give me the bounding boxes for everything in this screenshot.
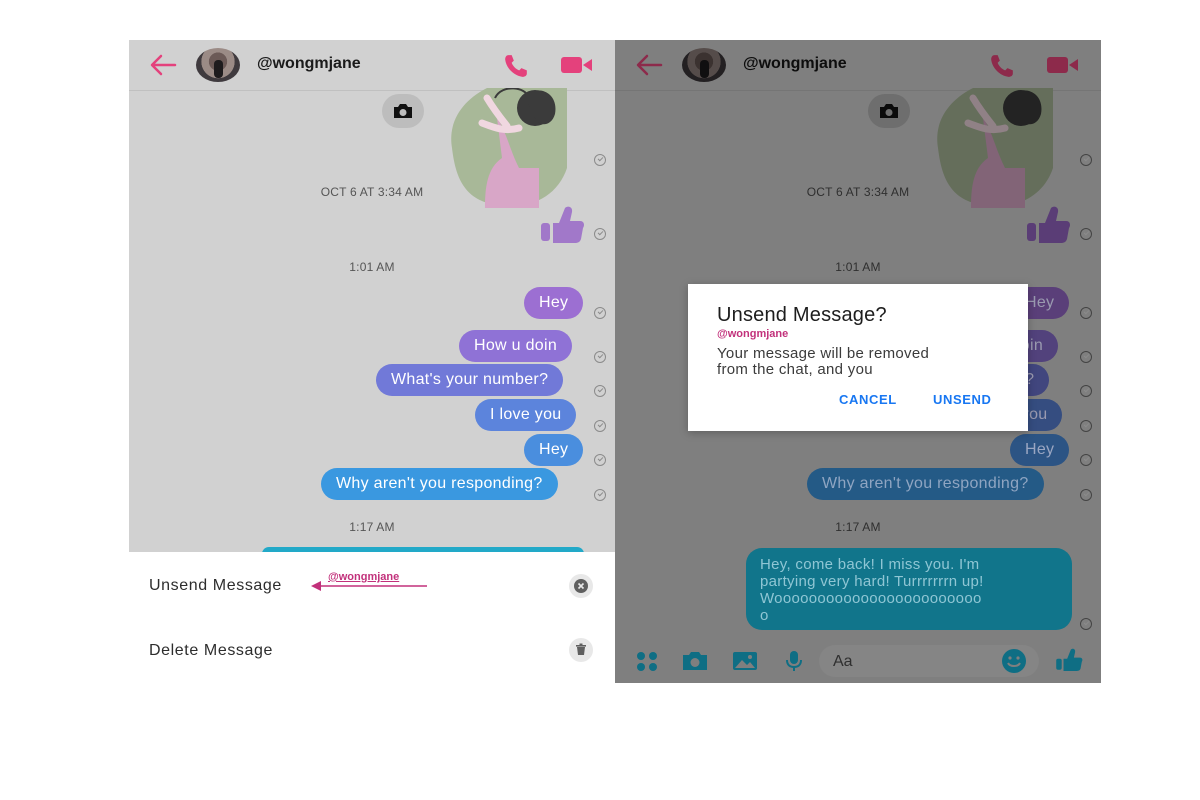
microphone-icon[interactable] — [782, 650, 806, 672]
message-bubble[interactable]: Why aren't you responding? — [807, 468, 1044, 500]
dialog-body-line: from the chat, and you — [717, 361, 873, 378]
dialog-body-line: Your message will be removed — [717, 345, 930, 362]
timestamp: 1:01 AM — [835, 260, 881, 274]
seen-check-icon — [1080, 228, 1092, 240]
message-bubble[interactable]: Hey — [524, 434, 584, 466]
message-bubble[interactable]: Why aren't you responding? — [321, 468, 558, 500]
thumbs-up-icon — [1027, 206, 1070, 243]
thumbs-up-icon — [541, 206, 584, 243]
chat-title[interactable]: @wongmjane — [743, 55, 847, 73]
timestamp: 1:01 AM — [349, 260, 395, 274]
camera-button[interactable] — [868, 94, 910, 128]
phone-icon[interactable] — [503, 53, 529, 79]
right-screenshot: @wongmjane OCT 6 AT 3:34 AM 1:01 AM Hey … — [615, 40, 1101, 683]
seen-check-icon — [594, 420, 606, 432]
chat-header: @wongmjane — [129, 40, 615, 91]
message-bubble[interactable]: How u doin — [459, 330, 573, 362]
seen-check-icon — [1080, 618, 1092, 630]
seen-check-icon — [1080, 307, 1092, 319]
unsend-button[interactable]: UNSEND — [933, 392, 992, 407]
message-bubble[interactable]: I love you — [475, 399, 577, 431]
message-bubble-long[interactable]: Hey, come back! I miss you. I'm partying… — [746, 548, 1072, 630]
dialog-title: Unsend Message? — [717, 304, 887, 326]
unsend-dialog: Unsend Message? @wongmjane Your message … — [688, 284, 1028, 431]
seen-check-icon — [1080, 454, 1092, 466]
message-bubble[interactable]: What's your number? — [376, 364, 564, 396]
emoji-icon[interactable] — [1001, 648, 1027, 674]
seen-check-icon — [1080, 385, 1092, 397]
avatar[interactable] — [682, 48, 726, 82]
camera-icon[interactable] — [681, 650, 709, 672]
message-composer: Aa — [615, 640, 1101, 683]
avatar[interactable] — [196, 48, 240, 82]
seen-check-icon — [1080, 154, 1092, 166]
back-arrow-icon[interactable] — [635, 53, 663, 77]
chat-title[interactable]: @wongmjane — [257, 55, 361, 73]
unsend-message-option[interactable]: Unsend Message — [149, 577, 282, 595]
camera-button[interactable] — [382, 94, 424, 128]
dialog-body: Your message will be removed from the ch… — [717, 346, 1007, 378]
phone-icon[interactable] — [989, 53, 1015, 79]
timestamp: OCT 6 AT 3:34 AM — [806, 185, 910, 199]
message-line: Woooooooooooooooooooooooo — [760, 590, 982, 607]
message-input-placeholder: Aa — [833, 653, 853, 670]
message-line: o — [760, 607, 769, 624]
seen-check-icon — [594, 228, 606, 240]
back-arrow-icon[interactable] — [149, 53, 177, 77]
message-bubble[interactable]: Hey — [524, 287, 584, 319]
seen-check-icon — [1080, 420, 1092, 432]
seen-check-icon — [594, 454, 606, 466]
seen-check-icon — [594, 385, 606, 397]
delete-message-option[interactable]: Delete Message — [149, 642, 273, 660]
close-circle-icon[interactable] — [569, 574, 593, 598]
timestamp: OCT 6 AT 3:34 AM — [320, 185, 424, 199]
video-icon[interactable] — [561, 56, 593, 74]
timestamp: 1:17 AM — [349, 520, 395, 534]
seen-check-icon — [594, 489, 606, 501]
image-icon[interactable] — [732, 650, 758, 672]
trash-icon[interactable] — [569, 638, 593, 662]
message-line: partying very hard! Turrrrrrrn up! — [760, 573, 984, 590]
seen-check-icon — [594, 351, 606, 363]
message-line: Hey, come back! I miss you. I'm — [760, 556, 980, 573]
dialog-username: @wongmjane — [717, 328, 789, 340]
thumbs-up-icon[interactable] — [1055, 647, 1083, 673]
timestamp: 1:17 AM — [835, 520, 881, 534]
seen-check-icon — [594, 307, 606, 319]
seen-check-icon — [1080, 489, 1092, 501]
camera-icon — [880, 104, 898, 118]
message-bubble[interactable]: Hey — [1010, 434, 1070, 466]
left-screenshot: @wongmjane OCT 6 AT 3:34 AM 1:01 AM Hey … — [129, 40, 615, 683]
camera-icon — [394, 104, 412, 118]
chat-header: @wongmjane — [615, 40, 1101, 91]
annotation-username: @wongmjane — [328, 571, 400, 583]
cancel-button[interactable]: CANCEL — [839, 392, 897, 407]
video-icon[interactable] — [1047, 56, 1079, 74]
seen-check-icon — [594, 154, 606, 166]
seen-check-icon — [1080, 351, 1092, 363]
apps-icon[interactable] — [635, 650, 659, 672]
